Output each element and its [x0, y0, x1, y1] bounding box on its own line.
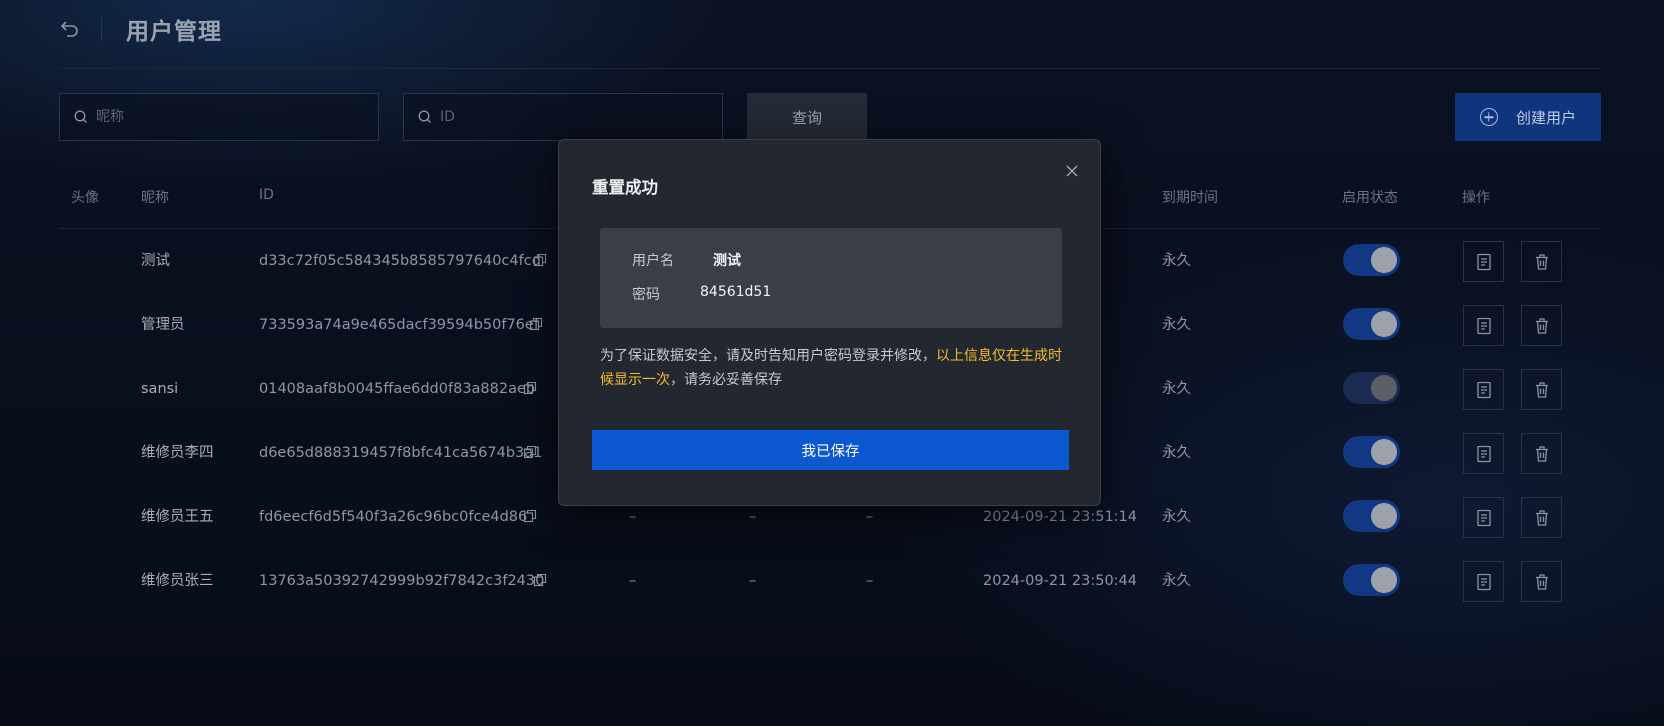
security-note: 为了保证数据安全，请及时告知用户密码登录并修改，以上信息仅在生成时候显示一次，请… — [600, 344, 1066, 392]
reset-success-dialog: 重置成功 用户名 测试 密码 84561d51 为了保证数据安全，请及时告知用户… — [558, 139, 1101, 506]
password-label: 密码 — [632, 287, 660, 303]
credentials-box: 用户名 测试 密码 84561d51 — [600, 228, 1062, 328]
close-icon[interactable] — [1064, 163, 1080, 179]
confirm-saved-button[interactable]: 我已保存 — [592, 430, 1069, 470]
username-value: 测试 — [713, 253, 741, 269]
note-text-end: ，请务必妥善保存 — [670, 372, 782, 388]
password-value: 84561d51 — [700, 284, 772, 300]
username-label: 用户名 — [632, 253, 674, 269]
dialog-title: 重置成功 — [592, 178, 658, 197]
note-text: 为了保证数据安全，请及时告知用户密码登录并修改， — [600, 348, 936, 364]
